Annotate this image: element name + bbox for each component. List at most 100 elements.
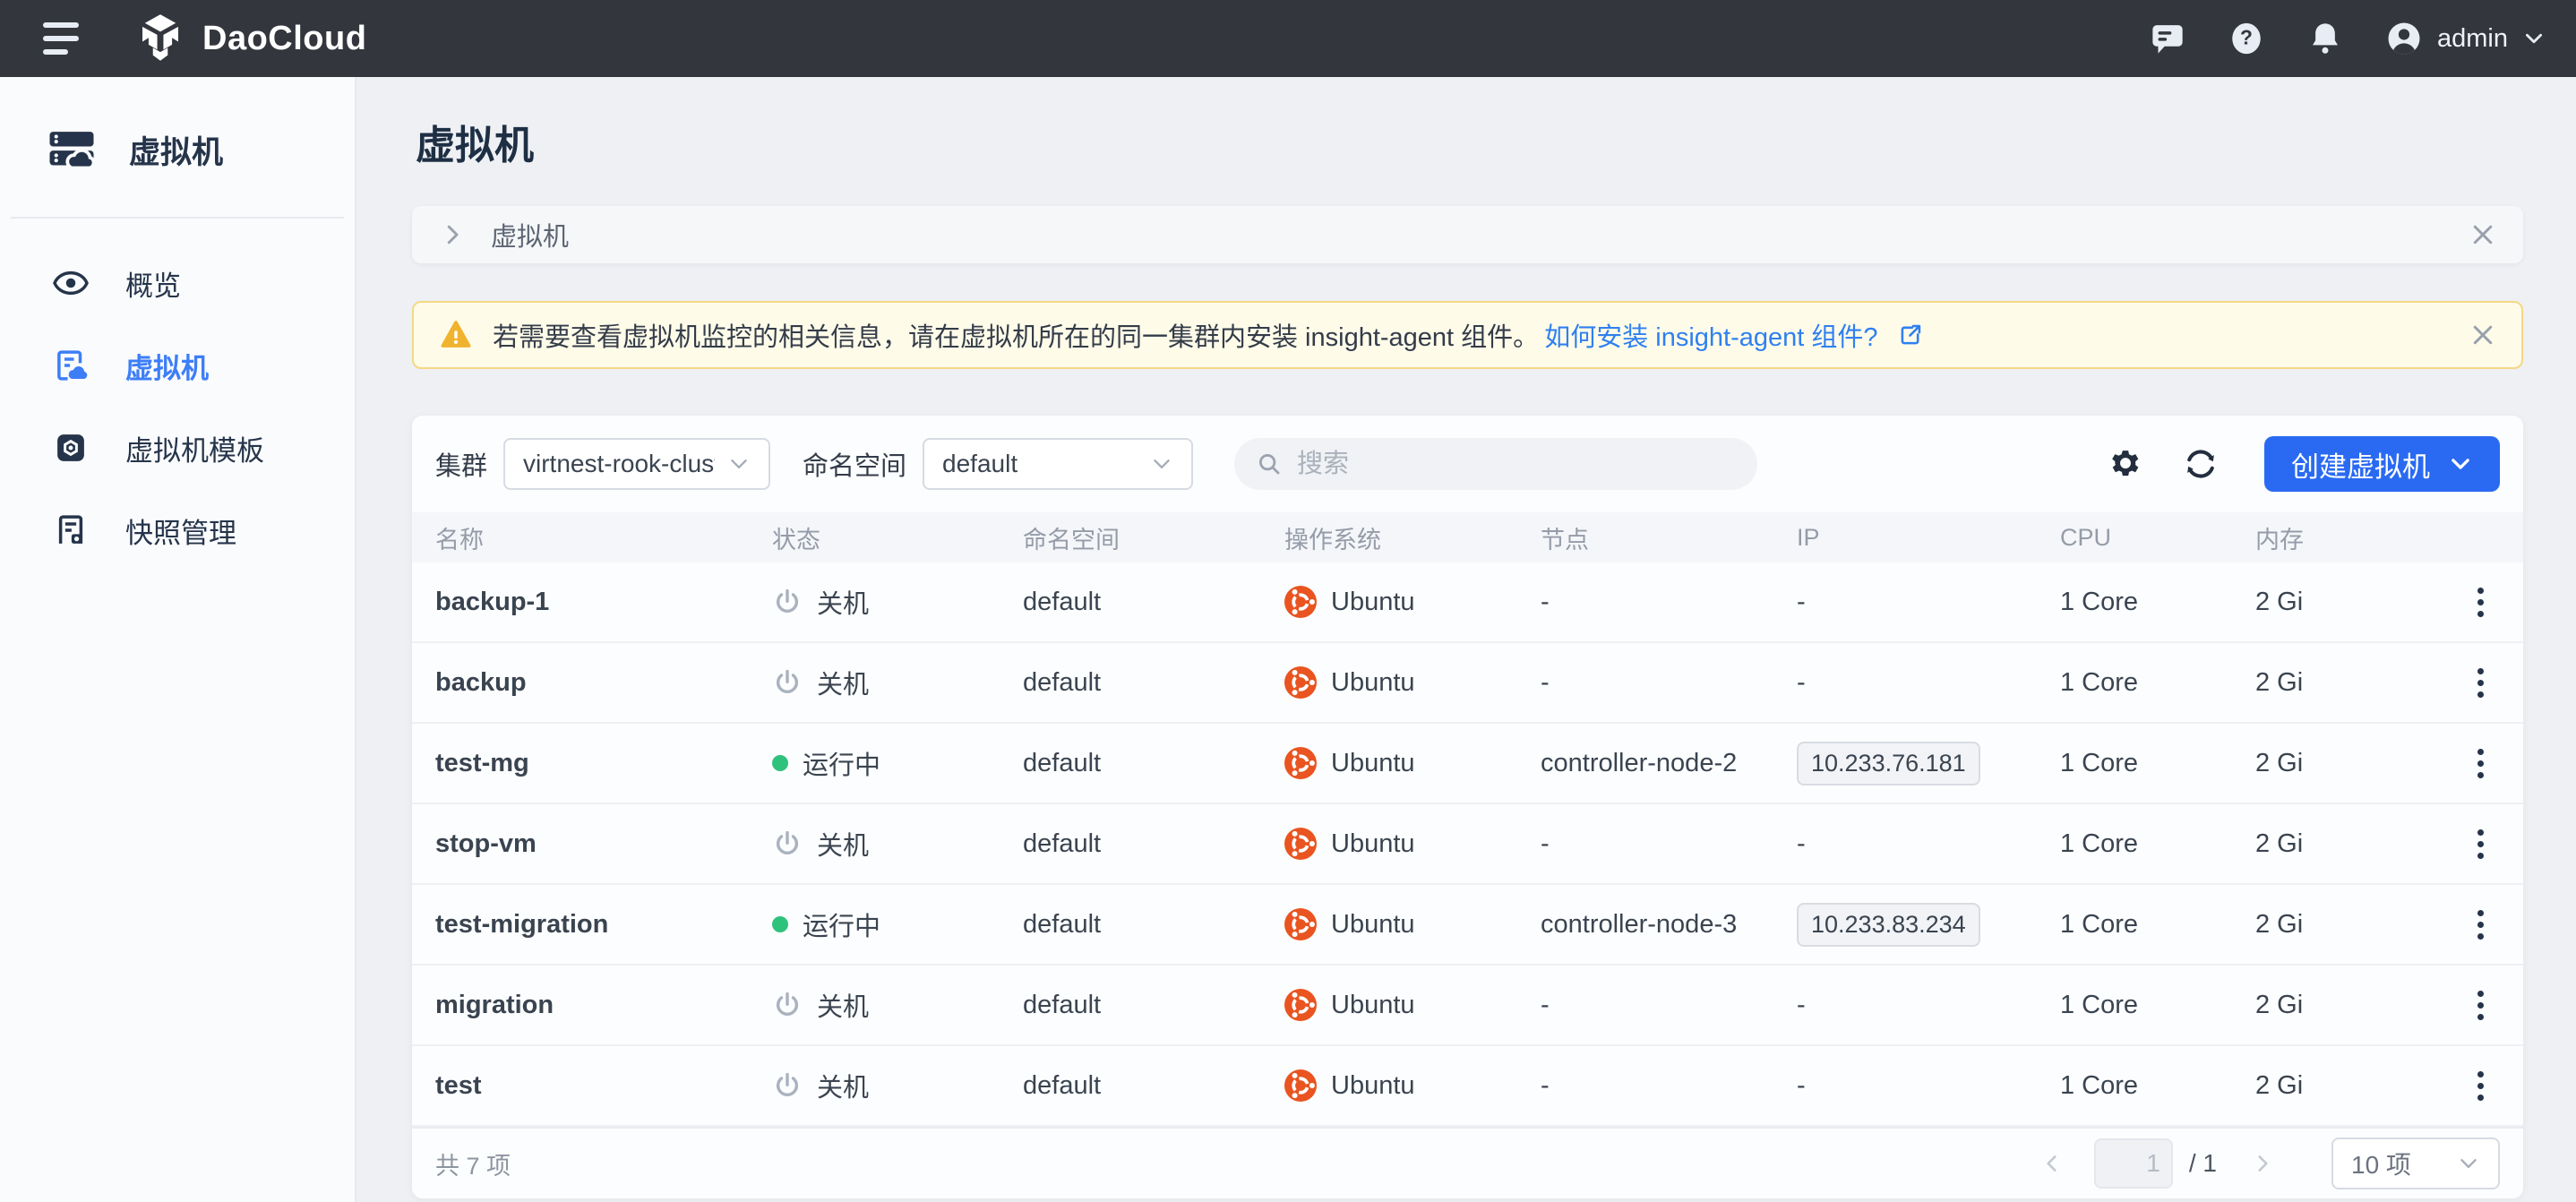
table-body: backup-1 关机 default Ubuntu: [412, 562, 2523, 1127]
row-actions-kebab-icon[interactable]: [2454, 736, 2508, 790]
chevron-down-icon: [2448, 451, 2473, 477]
column-header: IP: [1773, 524, 2037, 552]
vm-name[interactable]: test-mg: [412, 749, 749, 778]
row-actions-kebab-icon[interactable]: [2454, 1059, 2508, 1112]
sidebar-item-vm-template[interactable]: 虚拟机模板: [0, 407, 355, 489]
cluster-select[interactable]: virtnest-rook-clust...: [503, 438, 770, 490]
vm-os: Ubuntu: [1261, 908, 1517, 940]
vm-cloud-icon: [47, 124, 97, 175]
vm-memory: 2 Gi: [2232, 829, 2438, 859]
table-header: 名称 状态 命名空间 操作系统 节点 IP CPU 内存: [412, 512, 2523, 562]
ubuntu-icon: [1284, 828, 1317, 860]
row-actions-kebab-icon[interactable]: [2454, 575, 2508, 629]
external-link-icon: [1898, 322, 1923, 348]
table-row: migration 关机 default Ubuntu: [412, 966, 2523, 1046]
column-header: 节点: [1517, 520, 1773, 555]
sidebar-item-label: 快照管理: [125, 511, 236, 551]
row-actions-kebab-icon[interactable]: [2454, 978, 2508, 1032]
svg-text:?: ?: [2240, 26, 2253, 49]
search-input[interactable]: [1297, 450, 1736, 479]
vm-node: -: [1517, 588, 1773, 617]
main-content: 虚拟机 虚拟机 若需要查看虚拟机监控的相关信息，请在虚拟机所在的同一集群内安装 …: [356, 77, 2576, 1202]
eye-icon: [52, 264, 90, 302]
table-row: backup-1 关机 default Ubuntu: [412, 562, 2523, 643]
vm-name[interactable]: backup: [412, 668, 749, 698]
help-icon[interactable]: ?: [2228, 20, 2265, 57]
running-dot-icon: [772, 916, 788, 932]
column-header: 命名空间: [1000, 520, 1261, 555]
vm-namespace: default: [1000, 910, 1261, 940]
sidebar-item-label: 虚拟机模板: [125, 428, 264, 468]
ubuntu-icon: [1284, 908, 1317, 940]
table-row: test 关机 default Ubuntu: [412, 1046, 2523, 1127]
next-page-icon[interactable]: [2251, 1152, 2274, 1175]
vm-memory: 2 Gi: [2232, 991, 2438, 1020]
snapshot-icon: [52, 511, 90, 549]
vm-os: Ubuntu: [1261, 989, 1517, 1021]
alert-banner: 若需要查看虚拟机监控的相关信息，请在虚拟机所在的同一集群内安装 insight-…: [412, 301, 2523, 369]
vm-ip: 10.233.76.181: [1797, 742, 1980, 786]
page-size-select[interactable]: 10 项: [2331, 1138, 2500, 1189]
vm-memory: 2 Gi: [2232, 668, 2438, 698]
vm-name[interactable]: test: [412, 1071, 749, 1101]
namespace-select[interactable]: default: [923, 438, 1193, 490]
refresh-icon[interactable]: [2182, 445, 2220, 483]
close-icon[interactable]: [2469, 221, 2496, 248]
divider: [11, 217, 344, 219]
vm-cpu: 1 Core: [2037, 1071, 2232, 1101]
total-pages-label: / 1: [2189, 1149, 2217, 1178]
vm-name[interactable]: backup-1: [412, 588, 749, 617]
settings-gear-icon[interactable]: [2107, 445, 2144, 483]
column-header: CPU: [2037, 524, 2232, 552]
page-number-input[interactable]: [2094, 1138, 2173, 1189]
ubuntu-icon: [1284, 586, 1317, 618]
table-row: backup 关机 default Ubuntu: [412, 643, 2523, 724]
vm-name[interactable]: test-migration: [412, 910, 749, 940]
hamburger-icon[interactable]: [43, 18, 84, 59]
row-actions-kebab-icon[interactable]: [2454, 656, 2508, 709]
vm-node: -: [1517, 991, 1773, 1020]
alert-link[interactable]: 如何安装 insight-agent 组件?: [1544, 316, 1922, 354]
vm-memory: 2 Gi: [2232, 1071, 2438, 1101]
brand[interactable]: DaoCloud: [133, 11, 366, 66]
user-menu[interactable]: admin: [2385, 20, 2546, 57]
power-off-icon: [772, 667, 803, 698]
vm-status: 关机: [749, 1067, 1000, 1104]
create-vm-button[interactable]: 创建虚拟机: [2264, 436, 2500, 492]
sidebar-header: 虚拟机: [0, 109, 355, 190]
table-row: test-mg 运行中 default Ubuntu: [412, 724, 2523, 804]
row-actions-kebab-icon[interactable]: [2454, 817, 2508, 871]
vm-cpu: 1 Core: [2037, 668, 2232, 698]
sidebar-item-overview[interactable]: 概览: [0, 242, 355, 324]
chevron-down-icon: [2457, 1152, 2480, 1175]
vm-memory: 2 Gi: [2232, 588, 2438, 617]
sidebar-item-vm[interactable]: 虚拟机: [0, 324, 355, 407]
vm-ip: -: [1797, 1071, 1806, 1101]
prev-page-icon[interactable]: [2040, 1152, 2064, 1175]
pagination-bar: 共 7 项 / 1 10 项: [412, 1127, 2523, 1198]
alert-text: 若需要查看虚拟机监控的相关信息，请在虚拟机所在的同一集群内安装 insight-…: [493, 316, 1923, 354]
vm-doc-cloud-icon: [52, 347, 90, 384]
vm-os: Ubuntu: [1261, 666, 1517, 699]
namespace-label: 命名空间: [803, 445, 906, 483]
bell-icon[interactable]: [2306, 20, 2344, 57]
search-box: [1234, 438, 1757, 490]
daocloud-logo-icon: [133, 11, 188, 66]
vm-node: controller-node-3: [1517, 910, 1773, 940]
close-icon[interactable]: [2469, 322, 2496, 348]
vm-ip: -: [1797, 991, 1806, 1020]
breadcrumb-item[interactable]: 虚拟机: [491, 216, 569, 253]
vm-name[interactable]: stop-vm: [412, 829, 749, 859]
chat-icon[interactable]: [2149, 20, 2186, 57]
chevron-down-icon: [2522, 27, 2546, 50]
vm-name[interactable]: migration: [412, 991, 749, 1020]
sidebar: 虚拟机 概览 虚拟机 虚拟机模板 快照管理: [0, 77, 356, 1202]
vm-os: Ubuntu: [1261, 747, 1517, 779]
vm-namespace: default: [1000, 991, 1261, 1020]
sidebar-item-snapshot[interactable]: 快照管理: [0, 489, 355, 571]
row-actions-kebab-icon[interactable]: [2454, 897, 2508, 951]
table-row: test-migration 运行中 default Ubuntu: [412, 885, 2523, 966]
vm-ip: -: [1797, 829, 1806, 859]
topbar: DaoCloud ? admin: [0, 0, 2576, 77]
vm-status: 关机: [749, 583, 1000, 621]
